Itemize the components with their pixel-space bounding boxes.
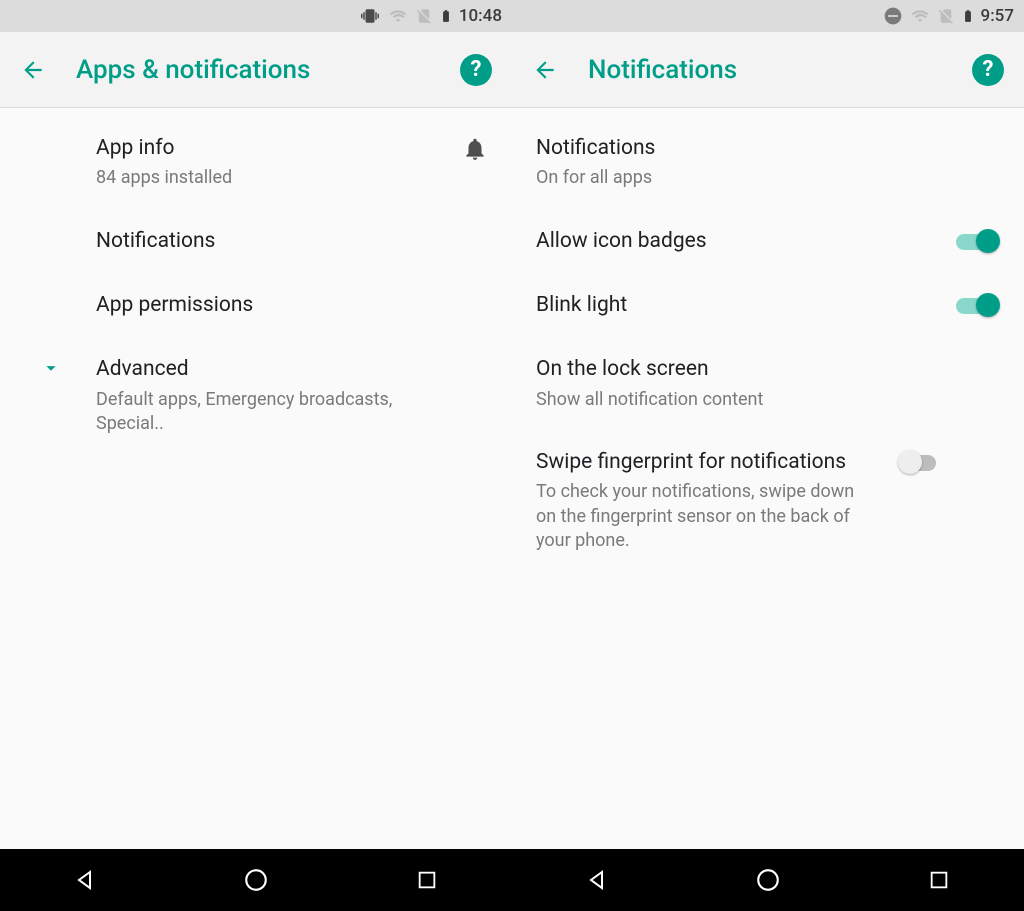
help-button[interactable]: ?: [972, 54, 1004, 86]
no-sim-icon: [415, 7, 433, 25]
toggle-blink-light[interactable]: [954, 293, 1000, 317]
nav-back-button[interactable]: [582, 865, 612, 895]
row-swipe-fingerprint[interactable]: Swipe fingerprint for notifications To c…: [512, 430, 1024, 571]
right-screen: 9:57 Notifications ? Notifications On fo…: [512, 0, 1024, 911]
nav-bar: [0, 849, 512, 911]
row-title: App permissions: [96, 291, 410, 319]
row-advanced[interactable]: Advanced Default apps, Emergency broadca…: [0, 337, 512, 454]
row-title: On the lock screen: [536, 355, 1000, 383]
back-button[interactable]: [20, 57, 46, 83]
toggle-allow-icon-badges[interactable]: [954, 229, 1000, 253]
square-recent-icon: [416, 869, 438, 891]
status-bar: 9:57: [512, 0, 1024, 32]
row-subtitle: To check your notifications, swipe down …: [536, 480, 866, 553]
chevron-down-icon: [40, 357, 62, 379]
row-title: Swipe fingerprint for notifications: [536, 448, 866, 476]
row-subtitle: On for all apps: [536, 166, 1000, 190]
page-title: Apps & notifications: [76, 55, 430, 85]
row-subtitle: Show all notification content: [536, 388, 1000, 412]
arrow-back-icon: [532, 57, 558, 83]
dnd-icon: [883, 6, 903, 26]
row-title: Notifications: [536, 134, 1000, 162]
settings-list: Notifications On for all apps Allow icon…: [512, 108, 1024, 849]
nav-home-button[interactable]: [241, 865, 271, 895]
settings-list: App info 84 apps installed Notifications…: [0, 108, 512, 849]
row-title: Allow icon badges: [536, 227, 922, 255]
back-button[interactable]: [532, 57, 558, 83]
battery-icon: [961, 6, 975, 26]
no-sim-icon: [937, 7, 955, 25]
help-button[interactable]: ?: [460, 54, 492, 86]
row-notifications[interactable]: Notifications: [0, 209, 512, 273]
arrow-back-icon: [20, 57, 46, 83]
vibrate-icon: [359, 7, 381, 25]
row-allow-icon-badges[interactable]: Allow icon badges: [512, 209, 1024, 273]
square-recent-icon: [928, 869, 950, 891]
row-title: App info: [96, 134, 410, 162]
circle-home-icon: [243, 867, 269, 893]
row-title: Advanced: [96, 355, 410, 383]
nav-recent-button[interactable]: [924, 865, 954, 895]
row-subtitle: Default apps, Emergency broadcasts, Spec…: [96, 388, 410, 437]
status-bar: 10:48: [0, 0, 512, 32]
bell-icon: [462, 136, 488, 162]
battery-icon: [439, 6, 453, 26]
circle-home-icon: [755, 867, 781, 893]
triangle-back-icon: [73, 868, 97, 892]
row-notifications[interactable]: Notifications On for all apps: [512, 116, 1024, 209]
page-title: Notifications: [588, 55, 942, 85]
app-bar: Apps & notifications ?: [0, 32, 512, 108]
wifi-icon: [387, 7, 409, 25]
toggle-swipe-fingerprint[interactable]: [898, 450, 944, 474]
nav-home-button[interactable]: [753, 865, 783, 895]
row-subtitle: 84 apps installed: [96, 166, 410, 190]
row-blink-light[interactable]: Blink light: [512, 273, 1024, 337]
left-screen: 10:48 Apps & notifications ? App info 84…: [0, 0, 512, 911]
row-lock-screen[interactable]: On the lock screen Show all notification…: [512, 337, 1024, 430]
row-title: Notifications: [96, 227, 410, 255]
nav-bar: [512, 849, 1024, 911]
nav-recent-button[interactable]: [412, 865, 442, 895]
wifi-icon: [909, 7, 931, 25]
row-title: Blink light: [536, 291, 922, 319]
row-app-info[interactable]: App info 84 apps installed: [0, 116, 512, 209]
status-time: 10:48: [459, 6, 502, 26]
triangle-back-icon: [585, 868, 609, 892]
nav-back-button[interactable]: [70, 865, 100, 895]
help-icon: ?: [983, 57, 994, 82]
status-time: 9:57: [981, 6, 1014, 26]
app-bar: Notifications ?: [512, 32, 1024, 108]
help-icon: ?: [471, 57, 482, 82]
row-app-permissions[interactable]: App permissions: [0, 273, 512, 337]
